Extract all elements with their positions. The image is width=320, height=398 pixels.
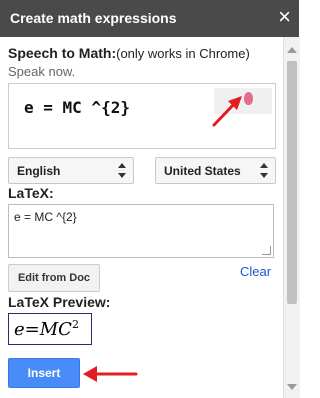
language-select-value: English <box>17 164 61 178</box>
close-icon[interactable]: × <box>278 6 291 28</box>
speech-to-math-title: Speech to Math: <box>8 45 117 61</box>
region-select-value: United States <box>164 164 241 178</box>
updown-chevrons-icon <box>118 163 127 178</box>
clear-link[interactable]: Clear <box>240 264 271 279</box>
red-arrow-icon <box>212 96 242 127</box>
latex-preview-box: e=MC2 <box>8 313 92 345</box>
speech-to-math-label: Speech to Math:(only works in Chrome) <box>8 45 250 61</box>
latex-preview-base: e=MC <box>14 319 72 340</box>
language-select[interactable]: English <box>8 157 134 184</box>
latex-textarea[interactable]: e = MC ^{2} <box>8 204 274 258</box>
region-select[interactable]: United States <box>155 157 276 184</box>
dialog-title: Create math expressions <box>10 10 177 26</box>
resize-handle-icon[interactable] <box>262 246 271 255</box>
insert-button[interactable]: Insert <box>8 358 80 388</box>
dialog-titlebar: Create math expressions × <box>0 0 299 37</box>
speech-result-text: e = MC ^{2} <box>24 98 130 117</box>
latex-preview-exponent: 2 <box>71 318 79 331</box>
scroll-down-icon[interactable] <box>287 384 297 390</box>
scrollbar[interactable] <box>283 37 300 398</box>
scroll-up-icon[interactable] <box>287 47 297 53</box>
latex-textarea-value: e = MC ^{2} <box>14 210 77 224</box>
scrollbar-thumb[interactable] <box>287 61 297 304</box>
edit-from-doc-button[interactable]: Edit from Doc <box>8 264 100 292</box>
speak-now-status: Speak now. <box>8 64 76 79</box>
updown-chevrons-icon <box>260 163 269 178</box>
latex-label: LaTeX: <box>8 185 54 201</box>
red-arrow-icon <box>83 366 138 382</box>
latex-preview-label: LaTeX Preview: <box>8 294 111 310</box>
latex-preview-formula: e=MC2 <box>14 318 79 340</box>
speech-to-math-note: (only works in Chrome) <box>116 46 250 61</box>
